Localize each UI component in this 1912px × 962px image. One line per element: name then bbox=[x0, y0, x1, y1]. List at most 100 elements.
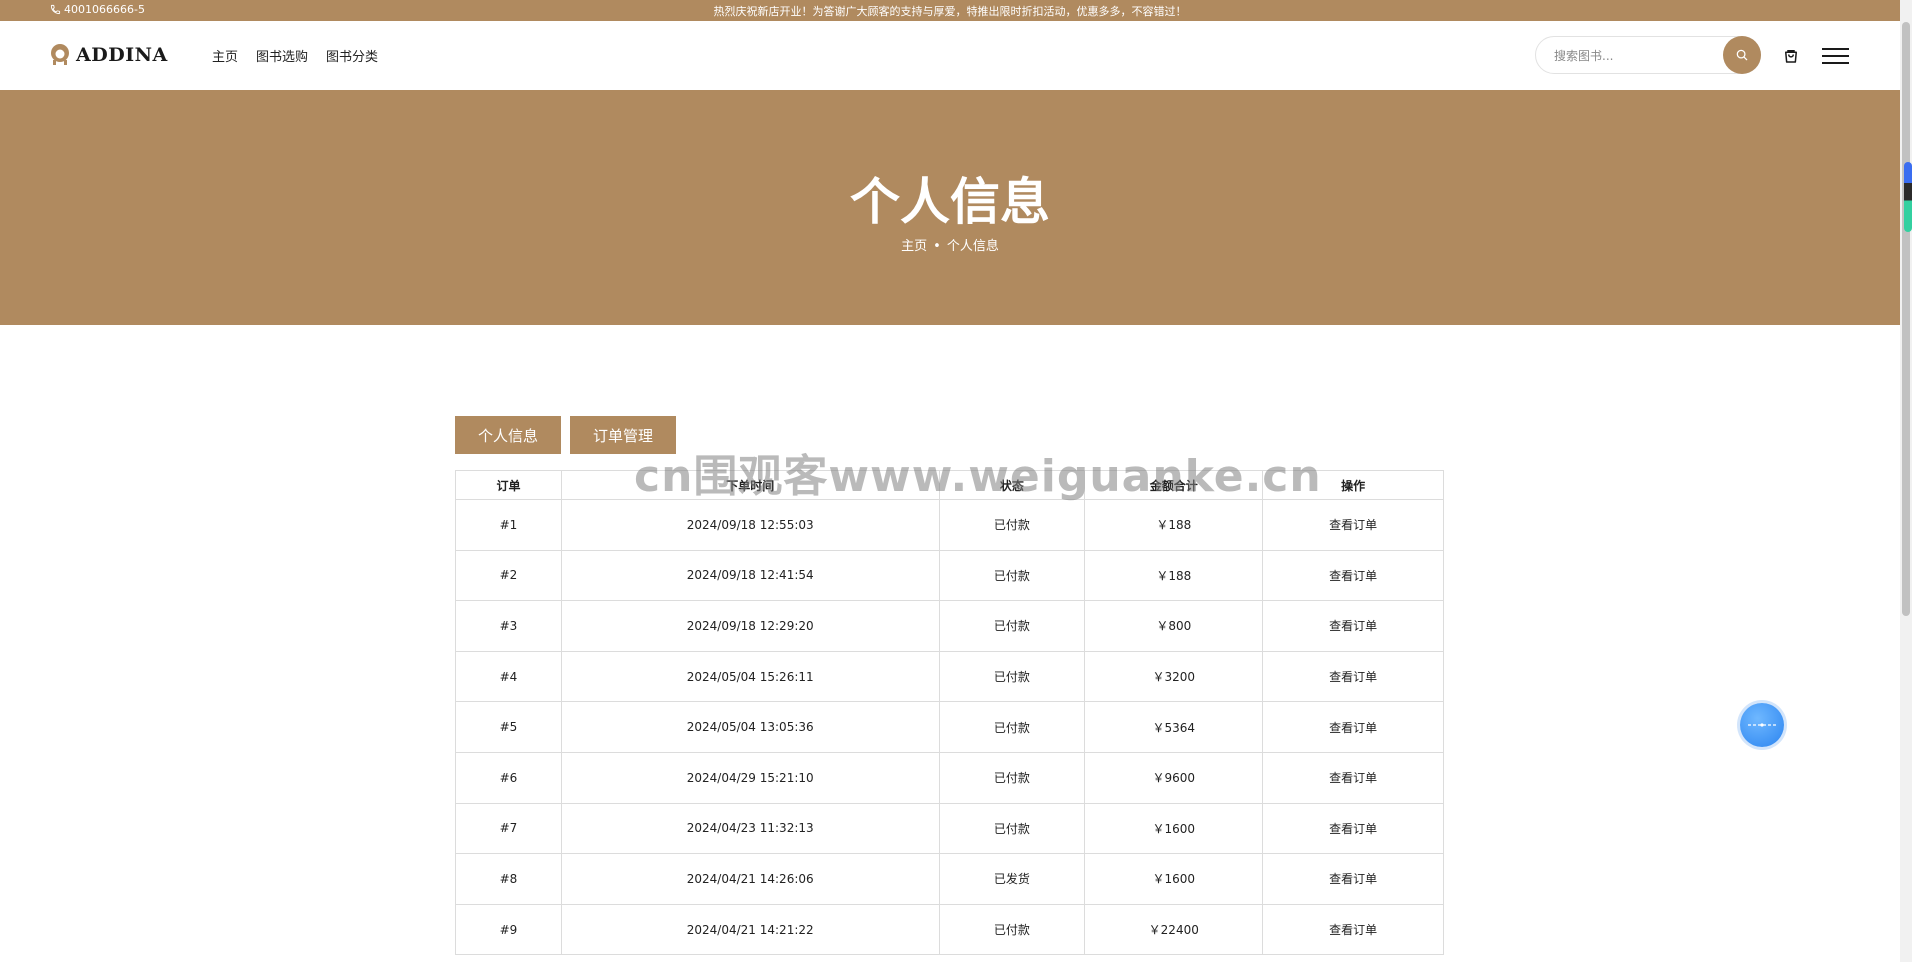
order-status: 已付款 bbox=[938, 600, 1086, 652]
table-row: #8 2024/04/21 14:26:06 已发货 ￥1600 查看订单 bbox=[455, 853, 1444, 905]
order-amount: ￥9600 bbox=[1084, 751, 1264, 804]
view-order-link[interactable]: 查看订单 bbox=[1329, 771, 1377, 785]
view-order-link[interactable]: 查看订单 bbox=[1329, 923, 1377, 937]
scrollbar-thumb[interactable] bbox=[1902, 22, 1910, 616]
view-order-cell: 查看订单 bbox=[1262, 853, 1444, 905]
order-time: 2024/09/18 12:55:03 bbox=[560, 499, 940, 551]
view-order-cell: 查看订单 bbox=[1262, 650, 1444, 703]
order-amount: ￥800 bbox=[1084, 600, 1264, 652]
page-banner: 个人信息 主页 • 个人信息 bbox=[0, 90, 1900, 325]
order-status: 已付款 bbox=[938, 751, 1086, 804]
order-amount: ￥5364 bbox=[1084, 701, 1264, 753]
cart-icon[interactable] bbox=[1782, 47, 1800, 65]
view-order-cell: 查看订单 bbox=[1262, 751, 1444, 804]
order-id: #7 bbox=[455, 802, 562, 855]
logo-mark-icon bbox=[51, 44, 69, 65]
order-time: 2024/04/23 11:32:13 bbox=[560, 802, 940, 855]
menu-line bbox=[1822, 62, 1849, 64]
view-order-cell: 查看订单 bbox=[1262, 701, 1444, 753]
order-status: 已发货 bbox=[938, 853, 1086, 905]
column-header-amount: 金额合计 bbox=[1084, 470, 1264, 500]
order-status: 已付款 bbox=[938, 701, 1086, 753]
account-tabs: 个人信息 订单管理 bbox=[455, 416, 676, 454]
main-nav: 主页 图书选购 图书分类 bbox=[212, 46, 378, 65]
table-row: #7 2024/04/23 11:32:13 已付款 ￥1600 查看订单 bbox=[455, 802, 1444, 855]
top-announcement-bar: 4001066666-5 热烈庆祝新店开业！为答谢广大顾客的支持与厚爱，特推出限… bbox=[0, 0, 1912, 21]
table-row: #6 2024/04/29 15:21:10 已付款 ￥9600 查看订单 bbox=[455, 751, 1444, 804]
table-row: #4 2024/05/04 15:26:11 已付款 ￥3200 查看订单 bbox=[455, 650, 1444, 703]
table-row: #3 2024/09/18 12:29:20 已付款 ￥800 查看订单 bbox=[455, 600, 1444, 652]
order-time: 2024/04/21 14:26:06 bbox=[560, 853, 940, 905]
column-header-action: 操作 bbox=[1262, 470, 1444, 500]
column-header-order-time: 下单时间 bbox=[560, 470, 940, 500]
view-order-cell: 查看订单 bbox=[1262, 499, 1444, 551]
view-order-cell: 查看订单 bbox=[1262, 802, 1444, 855]
assistant-float-icon bbox=[1748, 723, 1776, 727]
tab-order-management[interactable]: 订单管理 bbox=[570, 416, 676, 454]
menu-line bbox=[1822, 55, 1849, 57]
nav-item-book-shop[interactable]: 图书选购 bbox=[256, 46, 308, 65]
order-time: 2024/04/21 14:21:22 bbox=[560, 903, 940, 956]
order-time: 2024/09/18 12:29:20 bbox=[560, 600, 940, 652]
order-time: 2024/04/29 15:21:10 bbox=[560, 751, 940, 804]
page-scrollbar[interactable] bbox=[1900, 0, 1912, 962]
search-input[interactable] bbox=[1554, 46, 1714, 66]
announcement-text: 热烈庆祝新店开业！为答谢广大顾客的支持与厚爱，特推出限时折扣活动，优惠多多，不容… bbox=[713, 5, 1187, 18]
order-status: 已付款 bbox=[938, 903, 1086, 956]
order-time: 2024/05/04 15:26:11 bbox=[560, 650, 940, 703]
order-status: 已付款 bbox=[938, 650, 1086, 703]
view-order-link[interactable]: 查看订单 bbox=[1329, 872, 1377, 886]
breadcrumb: 主页 • 个人信息 bbox=[0, 235, 1900, 254]
order-amount: ￥188 bbox=[1084, 499, 1264, 551]
order-status: 已付款 bbox=[938, 802, 1086, 855]
order-amount: ￥1600 bbox=[1084, 853, 1264, 905]
orders-table: 订单 下单时间 状态 金额合计 操作 #1 2024/09/18 12:55:0… bbox=[455, 470, 1444, 956]
view-order-link[interactable]: 查看订单 bbox=[1329, 721, 1377, 735]
table-row: #1 2024/09/18 12:55:03 已付款 ￥188 查看订单 bbox=[455, 499, 1444, 551]
order-status: 已付款 bbox=[938, 549, 1086, 602]
table-row: #5 2024/05/04 13:05:36 已付款 ￥5364 查看订单 bbox=[455, 701, 1444, 753]
order-amount: ￥22400 bbox=[1084, 903, 1264, 956]
view-order-cell: 查看订单 bbox=[1262, 600, 1444, 652]
table-header-row: 订单 下单时间 状态 金额合计 操作 bbox=[455, 470, 1444, 500]
order-amount: ￥188 bbox=[1084, 549, 1264, 602]
column-header-status: 状态 bbox=[938, 470, 1086, 500]
search-button[interactable] bbox=[1723, 36, 1761, 74]
order-amount: ￥3200 bbox=[1084, 650, 1264, 703]
column-header-order: 订单 bbox=[455, 470, 562, 500]
order-status: 已付款 bbox=[938, 499, 1086, 551]
nav-item-book-categories[interactable]: 图书分类 bbox=[326, 46, 378, 65]
nav-item-home[interactable]: 主页 bbox=[212, 46, 238, 65]
search-icon bbox=[1736, 49, 1748, 61]
tab-personal-info[interactable]: 个人信息 bbox=[455, 416, 561, 454]
breadcrumb-home[interactable]: 主页 bbox=[901, 239, 927, 254]
site-logo[interactable]: ADDINA bbox=[48, 43, 168, 67]
view-order-link[interactable]: 查看订单 bbox=[1329, 569, 1377, 583]
assistant-float-button[interactable] bbox=[1740, 703, 1784, 747]
view-order-cell: 查看订单 bbox=[1262, 549, 1444, 602]
order-id: #8 bbox=[455, 853, 562, 905]
order-id: #6 bbox=[455, 751, 562, 804]
menu-line bbox=[1822, 48, 1849, 50]
orders-table-container: 订单 下单时间 状态 金额合计 操作 #1 2024/09/18 12:55:0… bbox=[455, 470, 1444, 956]
view-order-link[interactable]: 查看订单 bbox=[1329, 670, 1377, 684]
breadcrumb-current: 个人信息 bbox=[946, 239, 999, 254]
site-header: ADDINA 主页 图书选购 图书分类 bbox=[0, 21, 1900, 90]
order-time: 2024/09/18 12:41:54 bbox=[560, 549, 940, 602]
table-row: #2 2024/09/18 12:41:54 已付款 ￥188 查看订单 bbox=[455, 549, 1444, 602]
breadcrumb-separator: • bbox=[933, 239, 941, 254]
hamburger-menu-icon[interactable] bbox=[1822, 48, 1849, 64]
order-id: #9 bbox=[455, 903, 562, 956]
view-order-cell: 查看订单 bbox=[1262, 903, 1444, 956]
logo-text: ADDINA bbox=[76, 44, 168, 66]
table-row: #9 2024/04/21 14:21:22 已付款 ￥22400 查看订单 bbox=[455, 903, 1444, 956]
order-amount: ￥1600 bbox=[1084, 802, 1264, 855]
view-order-link[interactable]: 查看订单 bbox=[1329, 822, 1377, 836]
order-id: #2 bbox=[455, 549, 562, 602]
order-id: #5 bbox=[455, 701, 562, 753]
view-order-link[interactable]: 查看订单 bbox=[1329, 619, 1377, 633]
order-id: #4 bbox=[455, 650, 562, 703]
search-box bbox=[1535, 36, 1761, 74]
view-order-link[interactable]: 查看订单 bbox=[1329, 518, 1377, 532]
page-title: 个人信息 bbox=[850, 173, 1050, 231]
